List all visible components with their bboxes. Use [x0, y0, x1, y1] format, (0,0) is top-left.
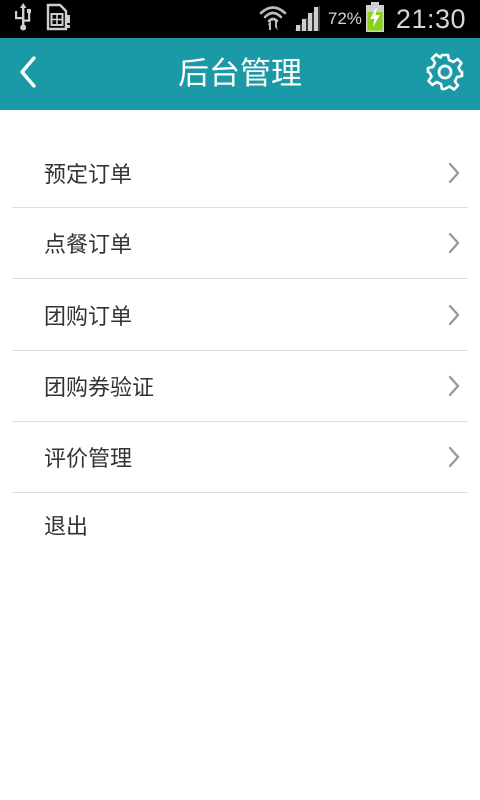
menu-item-label: 退出: [44, 514, 89, 540]
settings-button[interactable]: [424, 53, 466, 95]
menu-item-label: 团购券验证: [44, 376, 155, 401]
menu-item-label: 评价管理: [44, 447, 133, 472]
page-title: 后台管理: [178, 56, 302, 92]
clock: 21:30: [395, 3, 466, 34]
gear-icon: [426, 53, 464, 95]
usb-icon: [12, 3, 34, 35]
menu-item-review-management[interactable]: 评价管理: [12, 422, 468, 492]
menu-item-label: 团购订单: [44, 304, 133, 330]
menu-item-dining-orders[interactable]: 点餐订单: [12, 208, 468, 278]
status-left-icons: [12, 3, 72, 35]
status-right-icons: 72% 21:30: [258, 0, 466, 38]
title-bar: 后台管理: [0, 38, 480, 110]
menu-item-group-buy-orders[interactable]: 团购订单: [12, 279, 468, 350]
menu-item-voucher-verification[interactable]: 团购券验证: [12, 351, 468, 421]
battery-charging-icon: [365, 2, 384, 36]
status-bar: 72% 21:30: [0, 0, 480, 38]
chevron-right-icon: [448, 304, 460, 325]
menu-item-label: 预定订单: [44, 163, 133, 188]
chevron-right-icon: [448, 446, 460, 468]
chevron-right-icon: [448, 162, 460, 184]
sim-card-icon: [44, 3, 72, 35]
menu-item-reservation-orders[interactable]: 预定订单: [12, 138, 468, 208]
menu-item-label: 点餐订单: [44, 233, 133, 258]
chevron-right-icon: [448, 232, 460, 254]
signal-icon: [292, 3, 322, 35]
menu-item-logout[interactable]: 退出: [12, 493, 468, 563]
wifi-icon: [258, 2, 288, 36]
chevron-right-icon: [448, 375, 460, 397]
battery-percent: 72%: [327, 9, 362, 28]
